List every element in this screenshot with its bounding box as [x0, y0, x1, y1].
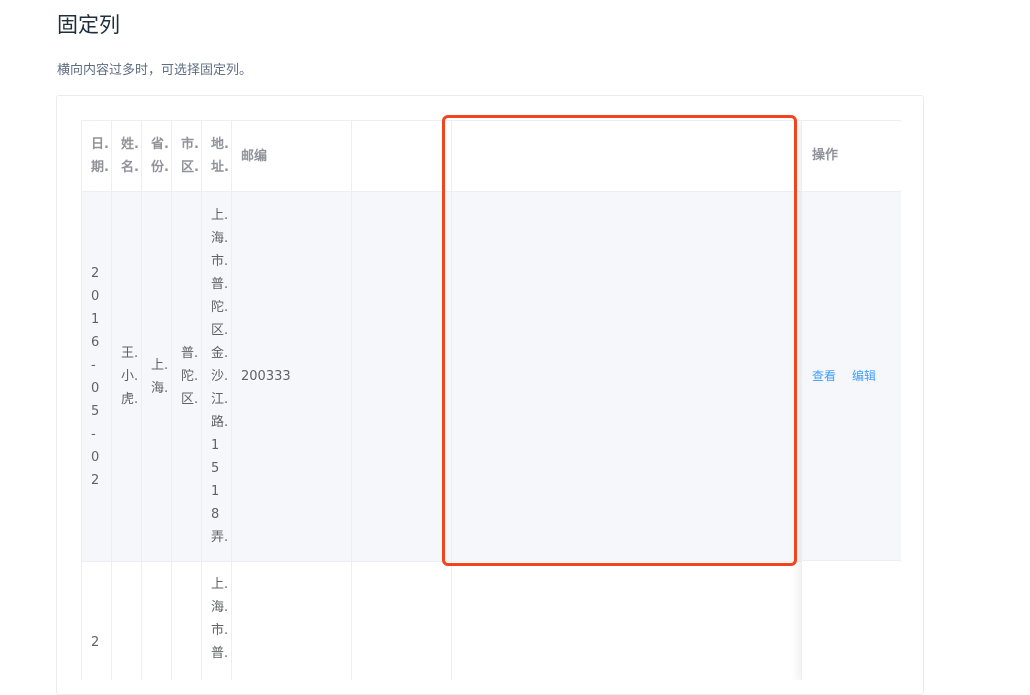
header-date: 日. 期. [91, 137, 109, 175]
operation-cell: 查看 编辑 [802, 192, 901, 561]
column-zip [232, 121, 352, 680]
cell-address: 上. 海. 市. 普. [211, 577, 229, 661]
cell-address: 上. 海. 市. 普. 陀. 区. 金. 沙. 江. 路. 1 5 1 8 弄. [211, 208, 229, 545]
page-description: 横向内容过多时，可选择固定列。 [57, 63, 253, 78]
header-address: 地. 址. [211, 137, 229, 175]
header-province: 省. 份. [151, 137, 169, 175]
edit-button[interactable]: 编辑 [852, 366, 876, 386]
fixed-right-column: 操作 查看 编辑 [801, 121, 901, 680]
cell-city: 普. 陀. 区. [181, 346, 199, 407]
cell-date: 2 0 1 6 - 0 5 - 0 2 [91, 266, 100, 488]
column-extra [352, 121, 452, 680]
header-name: 姓. 名. [121, 137, 139, 175]
operation-header-cell: 操作 [802, 121, 901, 192]
header-operation: 操作 [812, 148, 839, 163]
header-city: 市. 区. [181, 137, 199, 175]
column-province [142, 121, 172, 680]
cell-date: 2 [91, 635, 100, 650]
cell-zip: 200333 [241, 369, 291, 384]
cell-province: 上. 海. [151, 358, 169, 396]
page-title: 固定列 [57, 13, 120, 37]
header-zip: 邮编 [241, 149, 268, 164]
highlight-annotation-box [442, 115, 797, 566]
cell-name: 王. 小. 虎. [121, 346, 139, 407]
view-button[interactable]: 查看 [812, 366, 836, 386]
